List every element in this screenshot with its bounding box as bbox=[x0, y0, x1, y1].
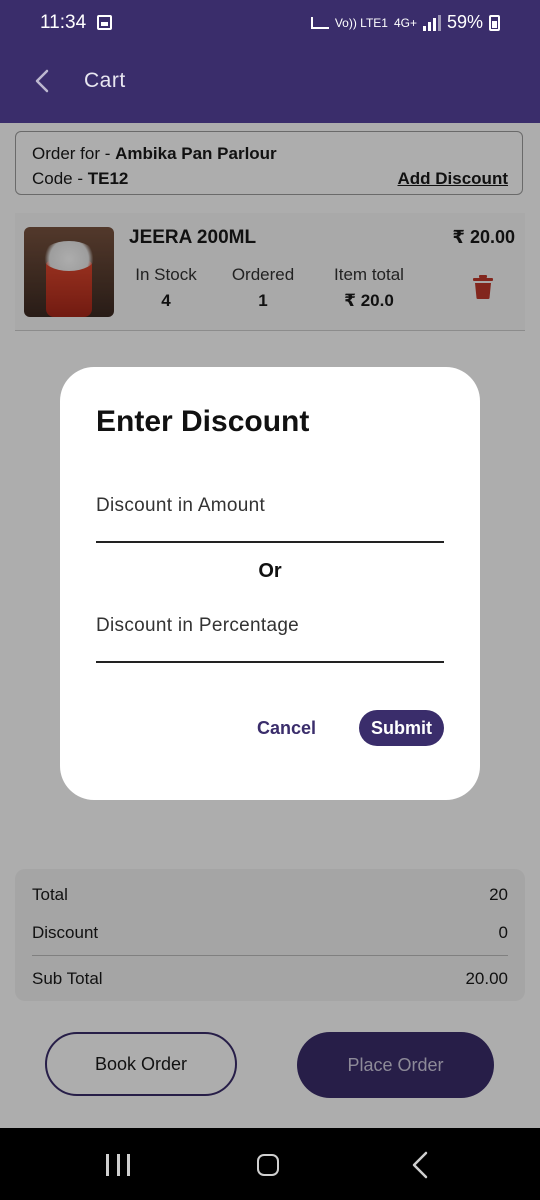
discount-amount-input[interactable]: Discount in Amount bbox=[96, 487, 444, 543]
status-bar: 11:34 Vo)) LTE1 4G+ 59% bbox=[0, 0, 540, 50]
discount-percentage-input[interactable]: Discount in Percentage bbox=[96, 607, 444, 663]
network-type-indicator: 4G+ bbox=[393, 15, 417, 30]
sleep-mode-icon bbox=[310, 16, 329, 29]
home-icon[interactable] bbox=[257, 1154, 279, 1176]
page-title: Cart bbox=[84, 69, 126, 92]
dialog-title: Enter Discount bbox=[96, 405, 310, 438]
volte-indicator: Vo)) LTE1 bbox=[334, 15, 388, 30]
or-separator: Or bbox=[258, 560, 282, 582]
cart-screen: 11:34 Vo)) LTE1 4G+ 59% Cart Order for -… bbox=[0, 0, 540, 1200]
discount-dialog: Enter Discount Discount in Amount Or Dis… bbox=[60, 367, 480, 800]
submit-button[interactable]: Submit bbox=[359, 710, 444, 746]
signal-strength-icon bbox=[422, 14, 441, 31]
app-bar: Cart bbox=[0, 50, 540, 123]
status-indicators: Vo)) LTE1 4G+ 59% bbox=[310, 12, 500, 33]
discount-amount-placeholder: Discount in Amount bbox=[96, 495, 266, 516]
system-nav-bar bbox=[0, 1128, 540, 1200]
chevron-left-icon[interactable] bbox=[28, 66, 58, 96]
status-time: 11:34 bbox=[40, 12, 87, 33]
back-icon[interactable] bbox=[408, 1150, 432, 1180]
recent-apps-icon[interactable] bbox=[106, 1154, 130, 1176]
battery-icon bbox=[489, 14, 500, 31]
discount-percentage-placeholder: Discount in Percentage bbox=[96, 615, 300, 636]
battery-percent: 59% bbox=[446, 12, 483, 32]
cancel-button[interactable]: Cancel bbox=[257, 718, 316, 739]
gallery-notification-icon bbox=[97, 15, 112, 30]
